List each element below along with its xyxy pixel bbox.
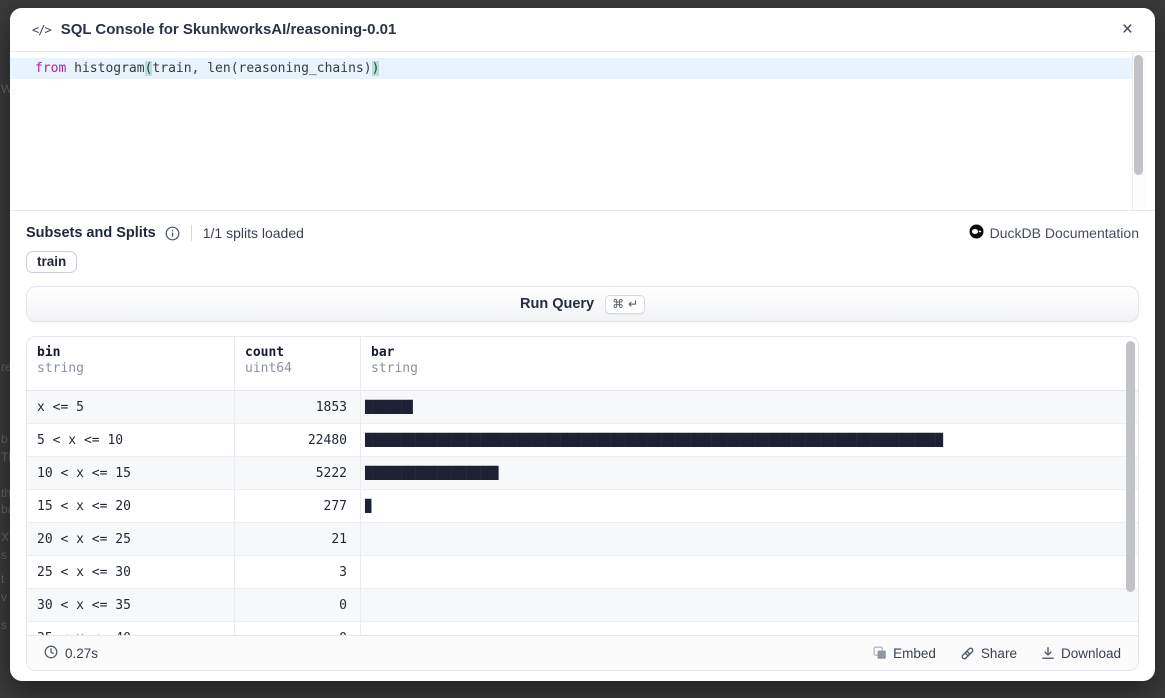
- download-icon: [1041, 646, 1055, 660]
- table-row: 30 < x <= 350: [27, 589, 1138, 622]
- download-button[interactable]: Download: [1041, 646, 1121, 661]
- histogram-bar: ██████████████████▌: [365, 467, 502, 479]
- column-type: string: [371, 361, 1128, 376]
- sql-console-modal: </> SQL Console for SkunkworksAI/reasoni…: [10, 8, 1155, 681]
- cell-count: 1853: [235, 391, 361, 423]
- split-badge-train[interactable]: train: [26, 251, 77, 273]
- table-scrollbar-thumb[interactable]: [1126, 341, 1135, 592]
- column-type: uint64: [245, 361, 350, 376]
- sql-query-line[interactable]: from histogram(train, len(reasoning_chai…: [10, 58, 1132, 79]
- cell-bin: 15 < x <= 20: [27, 490, 235, 522]
- sql-token-plain: histogram: [66, 61, 144, 76]
- duckdb-link-label: DuckDB Documentation: [990, 225, 1139, 241]
- cell-bar: [361, 523, 1138, 555]
- sql-token-keyword: from: [35, 61, 66, 76]
- background-text-fragment: s: [1, 618, 7, 632]
- cell-bar: [361, 556, 1138, 588]
- column-header-count[interactable]: count uint64: [235, 337, 361, 390]
- editor-scrollbar-thumb[interactable]: [1134, 55, 1143, 175]
- cell-bar: [361, 589, 1138, 621]
- cell-bar: ████████████████████████████████████████…: [361, 424, 1138, 456]
- cell-bar: [361, 622, 1138, 635]
- query-elapsed-time: 0.27s: [44, 645, 98, 662]
- background-text-fragment: b: [1, 432, 8, 446]
- results-table: bin string count uint64 bar string x <= …: [27, 337, 1138, 635]
- column-header-bar[interactable]: bar string: [361, 337, 1138, 390]
- code-icon: </>: [32, 23, 51, 37]
- column-header-bin[interactable]: bin string: [27, 337, 235, 390]
- cell-bin: 30 < x <= 35: [27, 589, 235, 621]
- cell-bin: 5 < x <= 10: [27, 424, 235, 456]
- divider: [191, 225, 192, 241]
- table-row: 25 < x <= 303: [27, 556, 1138, 589]
- table-header-row: bin string count uint64 bar string: [27, 337, 1138, 391]
- table-row: 10 < x <= 155222 ██████████████████▌: [27, 457, 1138, 490]
- subsets-row: Subsets and Splits 1/1 splits loaded: [26, 224, 1139, 242]
- background-text-fragment: v: [1, 590, 7, 604]
- column-name: bar: [371, 345, 1128, 360]
- duckdb-logo-icon: [969, 224, 984, 242]
- share-label: Share: [981, 646, 1017, 661]
- download-label: Download: [1061, 646, 1121, 661]
- link-icon: [960, 646, 975, 661]
- run-query-button[interactable]: Run Query ⌘ ↵: [26, 286, 1139, 322]
- sql-token-bracket: ): [372, 61, 380, 76]
- cell-bin: 20 < x <= 25: [27, 523, 235, 555]
- splits-loaded-text: 1/1 splits loaded: [203, 225, 304, 241]
- cell-count: 21: [235, 523, 361, 555]
- background-text-fragment: s: [1, 548, 7, 562]
- table-row: 15 < x <= 20277 ▉: [27, 490, 1138, 523]
- sql-editor[interactable]: from histogram(train, len(reasoning_chai…: [10, 52, 1155, 211]
- sql-token-plain: train, len(reasoning_chains): [152, 61, 371, 76]
- cell-bar: ▉: [361, 490, 1138, 522]
- results-panel: bin string count uint64 bar string x <= …: [26, 336, 1139, 671]
- cell-bin: 10 < x <= 15: [27, 457, 235, 489]
- elapsed-label: 0.27s: [65, 646, 98, 661]
- column-type: string: [37, 361, 224, 376]
- embed-icon: [873, 646, 887, 660]
- clock-icon: [44, 645, 58, 662]
- cell-bin: 25 < x <= 30: [27, 556, 235, 588]
- table-body: x <= 51853 ██████▋ 5 < x <= 1022480 ███████…: [27, 391, 1138, 635]
- share-button[interactable]: Share: [960, 646, 1017, 661]
- cell-bin: 35 < x <= 40: [27, 622, 235, 635]
- background-text-fragment: t: [1, 572, 4, 586]
- cell-bin: x <= 5: [27, 391, 235, 423]
- cell-bar: ██████▋: [361, 391, 1138, 423]
- histogram-bar: ██████▋: [365, 401, 416, 413]
- sql-token-bracket: (: [145, 61, 153, 76]
- cell-count: 22480: [235, 424, 361, 456]
- duckdb-documentation-link[interactable]: DuckDB Documentation: [969, 224, 1139, 242]
- table-row: 5 < x <= 1022480 ████████████████████████…: [27, 424, 1138, 457]
- embed-label: Embed: [893, 646, 936, 661]
- close-icon[interactable]: ×: [1122, 20, 1133, 39]
- subsets-label: Subsets and Splits: [26, 225, 156, 241]
- table-row: x <= 51853 ██████▋: [27, 391, 1138, 424]
- cell-count: 0: [235, 622, 361, 635]
- modal-header: </> SQL Console for SkunkworksAI/reasoni…: [10, 8, 1155, 52]
- table-row: 35 < x <= 400: [27, 622, 1138, 635]
- table-row: 20 < x <= 2521: [27, 523, 1138, 556]
- cell-count: 3: [235, 556, 361, 588]
- column-name: bin: [37, 345, 224, 360]
- keyboard-shortcut-badge: ⌘ ↵: [605, 295, 645, 314]
- histogram-bar: ████████████████████████████████████████…: [365, 434, 943, 446]
- cell-bar: ██████████████████▌: [361, 457, 1138, 489]
- cell-count: 277: [235, 490, 361, 522]
- cell-count: 0: [235, 589, 361, 621]
- column-name: count: [245, 345, 350, 360]
- results-footer: 0.27s Embed: [27, 635, 1138, 670]
- modal-title: SQL Console for SkunkworksAI/reasoning-0…: [61, 21, 397, 38]
- cell-count: 5222: [235, 457, 361, 489]
- embed-button[interactable]: Embed: [873, 646, 936, 661]
- run-query-label: Run Query: [520, 296, 594, 312]
- info-icon[interactable]: [165, 226, 180, 241]
- histogram-bar: ▉: [365, 500, 372, 512]
